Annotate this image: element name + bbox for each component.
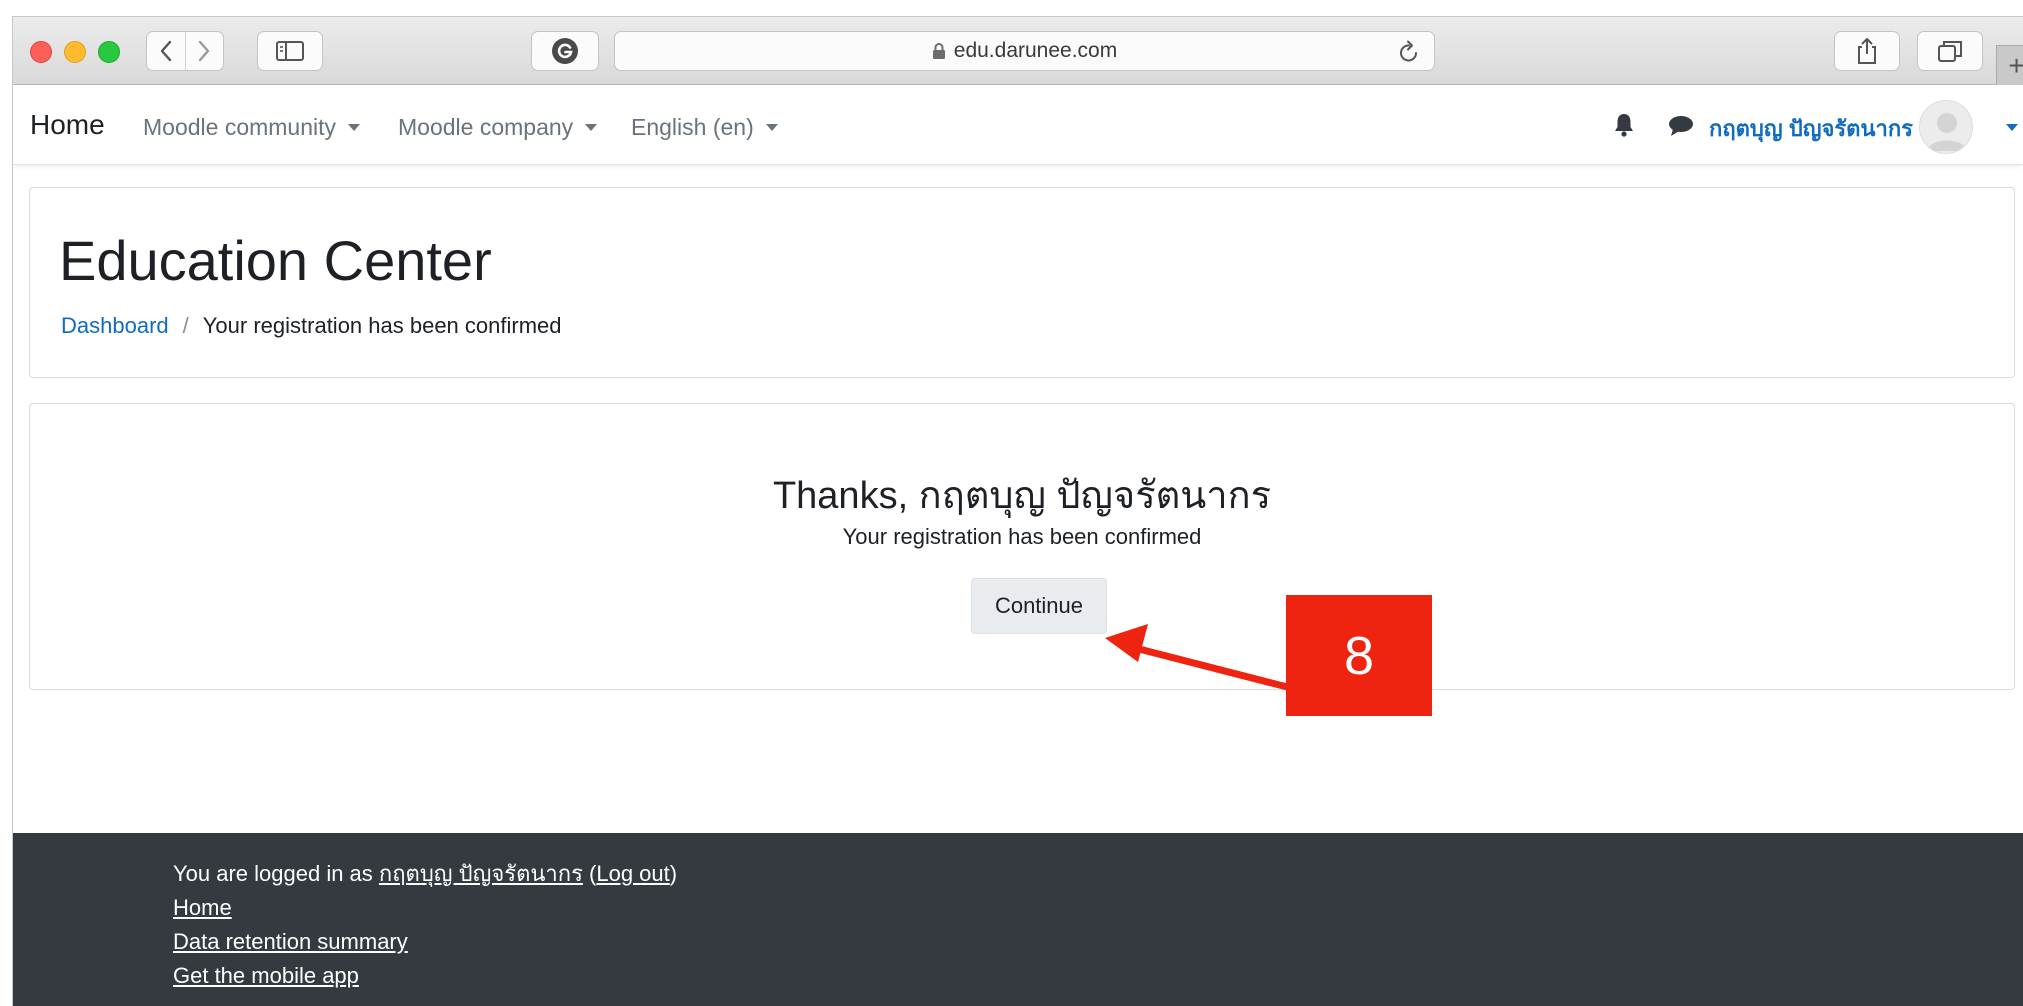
tab-overview-button[interactable] [1917,31,1983,71]
avatar[interactable] [1919,100,1973,154]
site-navbar: Home Moodle community Moodle company Eng… [13,85,2023,165]
menu-label: Moodle company [398,114,574,140]
chat-bubble-icon[interactable] [1668,115,1694,142]
footer-content: You are logged in as กฤตบุญ ปัญจรัตนากร … [173,857,677,993]
reload-icon[interactable] [1398,40,1420,70]
menu-moodle-community[interactable]: Moodle community [143,114,361,141]
bell-icon[interactable] [1613,112,1635,143]
menu-language[interactable]: English (en) [631,114,778,141]
login-info: You are logged in as กฤตบุญ ปัญจรัตนากร … [173,857,677,891]
share-icon [1858,38,1876,64]
logout-link[interactable]: Log out [596,861,669,886]
caret-down-icon [765,124,778,131]
close-window-button[interactable] [30,41,52,63]
breadcrumb-separator: / [182,313,189,338]
confirmation-card: Thanks, กฤตบุญ ปัญจรัตนากร Your registra… [29,403,2015,690]
mobile-app-link[interactable]: Get the mobile app [173,963,359,988]
lock-icon [932,42,946,60]
menu-label: Moodle community [143,114,337,140]
paren-close: ) [669,861,678,886]
caret-down-icon [585,124,598,131]
page-footer: You are logged in as กฤตบุญ ปัญจรัตนากร … [13,833,2023,1006]
page-title: Education Center [59,229,492,292]
home-link[interactable]: Home [30,109,105,141]
back-forward-group [146,31,224,71]
new-tab-button[interactable]: + [1996,45,2023,85]
forward-button[interactable] [184,32,223,70]
tab-overview-icon [1938,41,1962,62]
menu-moodle-company[interactable]: Moodle company [398,114,598,141]
menu-label: English (en) [631,114,754,140]
zoom-window-button[interactable] [98,41,120,63]
step-number-badge: 8 [1286,595,1432,716]
chevron-left-icon [160,40,172,62]
breadcrumb-current: Your registration has been confirmed [202,313,562,338]
breadcrumb: Dashboard / Your registration has been c… [61,313,562,339]
user-menu-name[interactable]: กฤตบุญ ปัญจรัตนากร [1709,111,1913,146]
chevron-right-icon [199,40,210,62]
confirmation-message: Your registration has been confirmed [842,524,1202,549]
share-button[interactable] [1834,31,1900,71]
sidebar-toggle-button[interactable] [257,31,323,71]
grammarly-icon [552,38,578,64]
login-info-prefix: You are logged in as [173,861,379,886]
back-button[interactable] [147,32,185,70]
browser-window: edu.darunee.com + Home Moodle community … [12,16,2023,1006]
address-bar[interactable]: edu.darunee.com [614,31,1435,71]
browser-toolbar: edu.darunee.com + [13,17,2023,85]
breadcrumb-dashboard-link[interactable]: Dashboard [61,313,169,339]
minimize-window-button[interactable] [64,41,86,63]
continue-button[interactable]: Continue [971,578,1107,634]
caret-down-icon [348,124,361,131]
page-header: Education Center Dashboard / Your regist… [29,187,2015,378]
user-silhouette-icon [1927,113,1967,151]
thanks-heading: Thanks, กฤตบุญ ปัญจรัตนากร [772,475,1272,517]
paren-open: ( [582,861,597,886]
url-text: edu.darunee.com [953,39,1118,62]
user-menu-caret-icon[interactable] [2006,124,2018,131]
footer-user-link[interactable]: กฤตบุญ ปัญจรัตนากร [379,861,583,886]
data-retention-link[interactable]: Data retention summary [173,929,408,954]
grammarly-extension-button[interactable] [531,31,599,71]
footer-home-link[interactable]: Home [173,895,232,920]
sidebar-icon [276,41,304,61]
